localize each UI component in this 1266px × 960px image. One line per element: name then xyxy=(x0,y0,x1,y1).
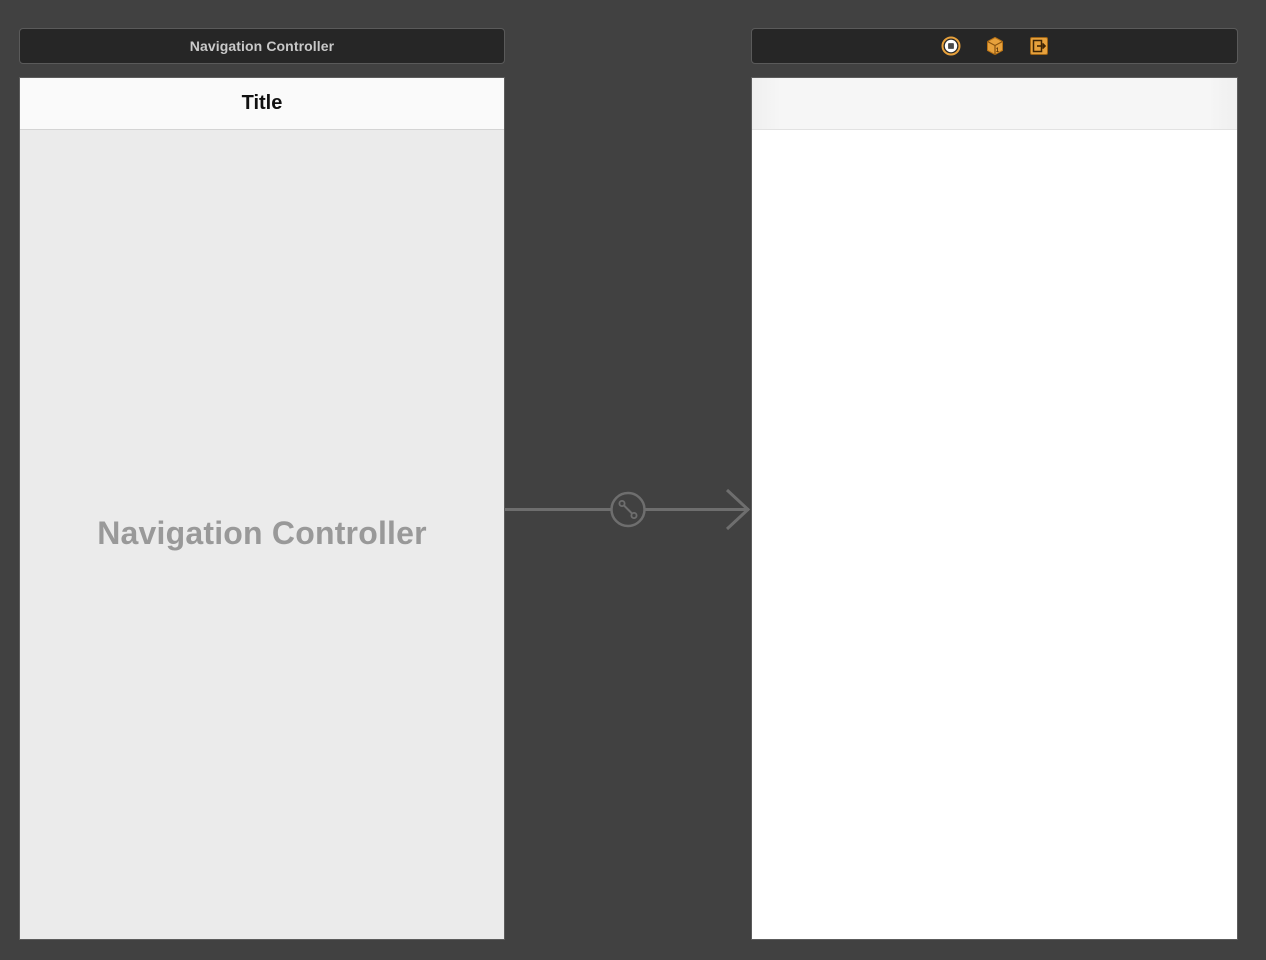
view-controller-scene-bar[interactable]: 1 xyxy=(751,28,1238,64)
navigation-bar[interactable]: Title xyxy=(20,78,504,130)
view-controller-navigation-item[interactable] xyxy=(752,78,1237,130)
navigation-controller-scene-bar[interactable]: Navigation Controller xyxy=(19,28,505,64)
view-controller-scene[interactable] xyxy=(751,77,1238,940)
first-responder-icon[interactable]: 1 xyxy=(984,35,1006,57)
view-controller-icon[interactable] xyxy=(940,35,962,57)
navigation-controller-scene[interactable]: Title Navigation Controller xyxy=(19,77,505,940)
exit-icon[interactable] xyxy=(1028,35,1050,57)
relationship-segue-icon[interactable] xyxy=(610,491,646,528)
navigation-controller-placeholder-label: Navigation Controller xyxy=(97,515,427,551)
relationship-segue[interactable] xyxy=(505,488,753,532)
navigation-bar-title: Title xyxy=(241,92,283,114)
scene-dock: 1 xyxy=(940,35,1050,57)
navigation-controller-scene-title: Navigation Controller xyxy=(189,38,335,54)
view-controller-view[interactable] xyxy=(752,130,1237,939)
